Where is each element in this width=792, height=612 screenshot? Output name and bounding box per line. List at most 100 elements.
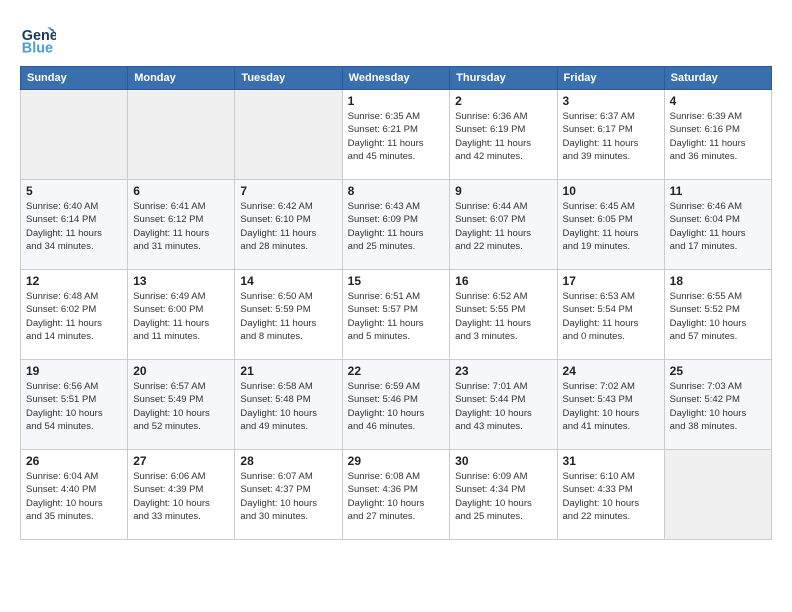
day-cell [128,90,235,180]
day-info: Sunrise: 7:01 AM Sunset: 5:44 PM Dayligh… [455,380,551,433]
day-cell: 18 Sunrise: 6:55 AM Sunset: 5:52 PM Dayli… [664,270,771,360]
week-row-3: 12 Sunrise: 6:48 AM Sunset: 6:02 PM Dayli… [21,270,772,360]
day-cell: 3Sunrise: 6:37 AM Sunset: 6:17 PM Daylig… [557,90,664,180]
weekday-header-sunday: Sunday [21,67,128,90]
day-number: 12 [26,274,122,288]
day-info: Sunrise: 6:41 AM Sunset: 6:12 PM Dayligh… [133,200,229,253]
day-number: 8 [348,184,445,198]
day-info: Sunrise: 6:46 AM Sunset: 6:04 PM Dayligh… [670,200,766,253]
day-info: Sunrise: 6:42 AM Sunset: 6:10 PM Dayligh… [240,200,336,253]
day-cell: 6 Sunrise: 6:41 AM Sunset: 6:12 PM Daylig… [128,180,235,270]
day-cell: 29Sunrise: 6:08 AM Sunset: 4:36 PM Dayli… [342,450,450,540]
day-info: Sunrise: 6:40 AM Sunset: 6:14 PM Dayligh… [26,200,122,253]
day-cell: 21 Sunrise: 6:58 AM Sunset: 5:48 PM Dayli… [235,360,342,450]
day-cell: 25 Sunrise: 7:03 AM Sunset: 5:42 PM Dayli… [664,360,771,450]
weekday-header-tuesday: Tuesday [235,67,342,90]
day-cell: 17 Sunrise: 6:53 AM Sunset: 5:54 PM Dayli… [557,270,664,360]
day-info: Sunrise: 6:44 AM Sunset: 6:07 PM Dayligh… [455,200,551,253]
day-number: 11 [670,184,766,198]
day-cell: 2 Sunrise: 6:36 AM Sunset: 6:19 PM Daylig… [450,90,557,180]
weekday-header-row: SundayMondayTuesdayWednesdayThursdayFrid… [21,67,772,90]
day-cell: 9 Sunrise: 6:44 AM Sunset: 6:07 PM Daylig… [450,180,557,270]
day-cell: 15 Sunrise: 6:51 AM Sunset: 5:57 PM Dayli… [342,270,450,360]
weekday-header-friday: Friday [557,67,664,90]
day-info: Sunrise: 6:43 AM Sunset: 6:09 PM Dayligh… [348,200,445,253]
day-info: Sunrise: 6:07 AM Sunset: 4:37 PM Dayligh… [240,470,336,523]
day-number: 5 [26,184,122,198]
day-number: 31 [563,454,659,468]
day-number: 19 [26,364,122,378]
day-number: 24 [563,364,659,378]
day-number: 27 [133,454,229,468]
day-info: Sunrise: 6:50 AM Sunset: 5:59 PM Dayligh… [240,290,336,343]
day-info: Sunrise: 6:58 AM Sunset: 5:48 PM Dayligh… [240,380,336,433]
day-number: 25 [670,364,766,378]
day-cell [235,90,342,180]
day-info: Sunrise: 6:59 AM Sunset: 5:46 PM Dayligh… [348,380,445,433]
day-number: 9 [455,184,551,198]
day-number: 2 [455,94,551,108]
day-cell: 22 Sunrise: 6:59 AM Sunset: 5:46 PM Dayli… [342,360,450,450]
day-info: Sunrise: 6:55 AM Sunset: 5:52 PM Dayligh… [670,290,766,343]
day-info: Sunrise: 6:06 AM Sunset: 4:39 PM Dayligh… [133,470,229,523]
day-info: Sunrise: 6:57 AM Sunset: 5:49 PM Dayligh… [133,380,229,433]
day-number: 21 [240,364,336,378]
weekday-header-thursday: Thursday [450,67,557,90]
day-info: Sunrise: 6:53 AM Sunset: 5:54 PM Dayligh… [563,290,659,343]
day-cell: 14 Sunrise: 6:50 AM Sunset: 5:59 PM Dayli… [235,270,342,360]
day-cell: 23 Sunrise: 7:01 AM Sunset: 5:44 PM Dayli… [450,360,557,450]
day-cell: 7 Sunrise: 6:42 AM Sunset: 6:10 PM Daylig… [235,180,342,270]
day-info: Sunrise: 6:10 AM Sunset: 4:33 PM Dayligh… [563,470,659,523]
day-cell: 27 Sunrise: 6:06 AM Sunset: 4:39 PM Dayli… [128,450,235,540]
day-cell: 10 Sunrise: 6:45 AM Sunset: 6:05 PM Dayli… [557,180,664,270]
day-number: 26 [26,454,122,468]
day-info: Sunrise: 6:51 AM Sunset: 5:57 PM Dayligh… [348,290,445,343]
weekday-header-wednesday: Wednesday [342,67,450,90]
logo-icon: General Blue [20,20,56,56]
day-info: Sunrise: 6:56 AM Sunset: 5:51 PM Dayligh… [26,380,122,433]
day-number: 7 [240,184,336,198]
day-info: Sunrise: 6:36 AM Sunset: 6:19 PM Dayligh… [455,110,551,163]
day-cell: 26 Sunrise: 6:04 AM Sunset: 4:40 PM Dayli… [21,450,128,540]
day-info: Sunrise: 6:08 AM Sunset: 4:36 PM Dayligh… [348,470,445,523]
day-number: 23 [455,364,551,378]
day-info: Sunrise: 6:49 AM Sunset: 6:00 PM Dayligh… [133,290,229,343]
day-info: Sunrise: 6:04 AM Sunset: 4:40 PM Dayligh… [26,470,122,523]
day-info: Sunrise: 6:37 AM Sunset: 6:17 PM Dayligh… [563,110,659,163]
day-number: 4 [670,94,766,108]
day-number: 28 [240,454,336,468]
week-row-5: 26 Sunrise: 6:04 AM Sunset: 4:40 PM Dayli… [21,450,772,540]
day-cell: 16Sunrise: 6:52 AM Sunset: 5:55 PM Dayli… [450,270,557,360]
day-cell: 13 Sunrise: 6:49 AM Sunset: 6:00 PM Dayli… [128,270,235,360]
day-number: 13 [133,274,229,288]
day-number: 10 [563,184,659,198]
day-cell: 4Sunrise: 6:39 AM Sunset: 6:16 PM Daylig… [664,90,771,180]
svg-text:Blue: Blue [22,40,53,56]
week-row-4: 19 Sunrise: 6:56 AM Sunset: 5:51 PM Dayli… [21,360,772,450]
day-info: Sunrise: 6:48 AM Sunset: 6:02 PM Dayligh… [26,290,122,343]
week-row-1: 1 Sunrise: 6:35 AM Sunset: 6:21 PM Daylig… [21,90,772,180]
day-cell: 24 Sunrise: 7:02 AM Sunset: 5:43 PM Dayli… [557,360,664,450]
day-number: 1 [348,94,445,108]
day-number: 17 [563,274,659,288]
day-info: Sunrise: 6:09 AM Sunset: 4:34 PM Dayligh… [455,470,551,523]
day-info: Sunrise: 7:02 AM Sunset: 5:43 PM Dayligh… [563,380,659,433]
day-cell: 20Sunrise: 6:57 AM Sunset: 5:49 PM Dayli… [128,360,235,450]
day-cell: 30Sunrise: 6:09 AM Sunset: 4:34 PM Dayli… [450,450,557,540]
day-cell: 1 Sunrise: 6:35 AM Sunset: 6:21 PM Daylig… [342,90,450,180]
day-number: 6 [133,184,229,198]
day-number: 18 [670,274,766,288]
day-number: 22 [348,364,445,378]
day-cell: 31 Sunrise: 6:10 AM Sunset: 4:33 PM Dayli… [557,450,664,540]
calendar-table: SundayMondayTuesdayWednesdayThursdayFrid… [20,66,772,540]
day-number: 16 [455,274,551,288]
week-row-2: 5 Sunrise: 6:40 AM Sunset: 6:14 PM Daylig… [21,180,772,270]
day-info: Sunrise: 6:45 AM Sunset: 6:05 PM Dayligh… [563,200,659,253]
day-cell: 5 Sunrise: 6:40 AM Sunset: 6:14 PM Daylig… [21,180,128,270]
day-cell: 11 Sunrise: 6:46 AM Sunset: 6:04 PM Dayli… [664,180,771,270]
day-info: Sunrise: 7:03 AM Sunset: 5:42 PM Dayligh… [670,380,766,433]
day-info: Sunrise: 6:35 AM Sunset: 6:21 PM Dayligh… [348,110,445,163]
day-number: 14 [240,274,336,288]
day-cell: 19 Sunrise: 6:56 AM Sunset: 5:51 PM Dayli… [21,360,128,450]
day-number: 15 [348,274,445,288]
